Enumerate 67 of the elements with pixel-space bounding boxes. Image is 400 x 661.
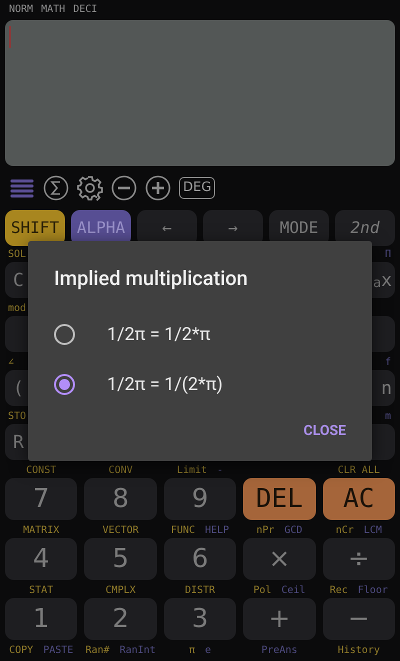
key-label: Pol bbox=[253, 584, 272, 598]
close-button[interactable]: CLOSE bbox=[304, 417, 346, 446]
key-button[interactable]: 7 bbox=[5, 478, 78, 520]
key-label: Π bbox=[384, 248, 391, 262]
key-label: - bbox=[217, 464, 224, 478]
key-label: Ceil bbox=[281, 584, 306, 598]
key-button[interactable]: SHIFT bbox=[5, 210, 65, 246]
key-button[interactable]: 2nd bbox=[335, 210, 395, 246]
key-label: SOL bbox=[8, 248, 26, 262]
key-button[interactable]: 5 bbox=[84, 538, 157, 580]
key-button[interactable]: ÷ bbox=[322, 538, 395, 580]
dialog-title: Implied multiplication bbox=[54, 265, 249, 292]
key-label: Rec bbox=[330, 584, 348, 598]
key-label: nCr bbox=[336, 524, 354, 538]
key-label: Floor bbox=[358, 584, 388, 598]
mode-indicator: NORM bbox=[9, 3, 34, 17]
key-label: GCD bbox=[284, 524, 302, 538]
key-label: HELP bbox=[204, 524, 230, 538]
key-label: LCM bbox=[364, 524, 382, 538]
radio-button[interactable] bbox=[54, 324, 75, 344]
option-label[interactable]: 1/2π = 1/2*π bbox=[107, 320, 210, 348]
key-button[interactable]: AC bbox=[322, 478, 395, 520]
key-button[interactable]: × bbox=[243, 538, 316, 580]
key-label: nPr bbox=[256, 524, 274, 538]
angle-mode-button[interactable]: DEG bbox=[179, 177, 216, 199]
plus-icon[interactable] bbox=[145, 175, 171, 201]
key-button[interactable]: 9 bbox=[164, 478, 236, 520]
key-label: ∠ bbox=[8, 356, 14, 370]
key-label: FUNC bbox=[170, 524, 195, 538]
key-label: CMPLX bbox=[106, 584, 136, 598]
mode-indicator: DECI bbox=[73, 3, 98, 17]
key-label: CONV bbox=[108, 464, 133, 478]
key-label: Ran# bbox=[85, 644, 110, 658]
key-label: e bbox=[204, 644, 212, 658]
key-label: DISTR bbox=[184, 584, 216, 598]
key-label: Limit bbox=[176, 464, 208, 478]
key-label: History bbox=[338, 644, 380, 658]
key-label: VECTOR bbox=[102, 524, 139, 538]
key-button[interactable]: + bbox=[243, 598, 316, 640]
key-button[interactable]: 1 bbox=[5, 598, 78, 640]
settings-icon[interactable] bbox=[77, 175, 103, 201]
key-label: CONST bbox=[26, 464, 56, 478]
key-button[interactable]: 8 bbox=[84, 478, 157, 520]
key-label: mod bbox=[8, 302, 26, 316]
key-label: π bbox=[188, 644, 195, 658]
option-label[interactable]: 1/2π = 1/(2*π) bbox=[107, 370, 223, 398]
key-label: MATRIX bbox=[23, 524, 60, 538]
key-button[interactable]: 3 bbox=[164, 598, 236, 640]
text-cursor bbox=[9, 26, 11, 48]
key-button[interactable]: 4 bbox=[5, 538, 78, 580]
key-label: m bbox=[384, 410, 391, 424]
key-label: STO bbox=[8, 410, 26, 424]
key-button[interactable]: − bbox=[322, 598, 395, 640]
key-button[interactable]: 6 bbox=[164, 538, 236, 580]
key-label: PASTE bbox=[43, 644, 74, 658]
key-button[interactable]: DEL bbox=[243, 478, 316, 520]
sigma-icon[interactable] bbox=[43, 175, 69, 201]
radio-button[interactable] bbox=[54, 374, 75, 394]
key-label: STAT bbox=[29, 584, 54, 598]
key-label: RanInt bbox=[120, 644, 156, 658]
mode-indicator: MATH bbox=[41, 3, 66, 17]
minus-icon[interactable] bbox=[111, 175, 137, 201]
key-label: PreAns bbox=[261, 644, 298, 658]
key-label: CLR ALL bbox=[338, 464, 380, 478]
key-label: f bbox=[384, 356, 391, 370]
key-button[interactable]: 2 bbox=[84, 598, 157, 640]
key-label: COPY bbox=[9, 644, 34, 658]
